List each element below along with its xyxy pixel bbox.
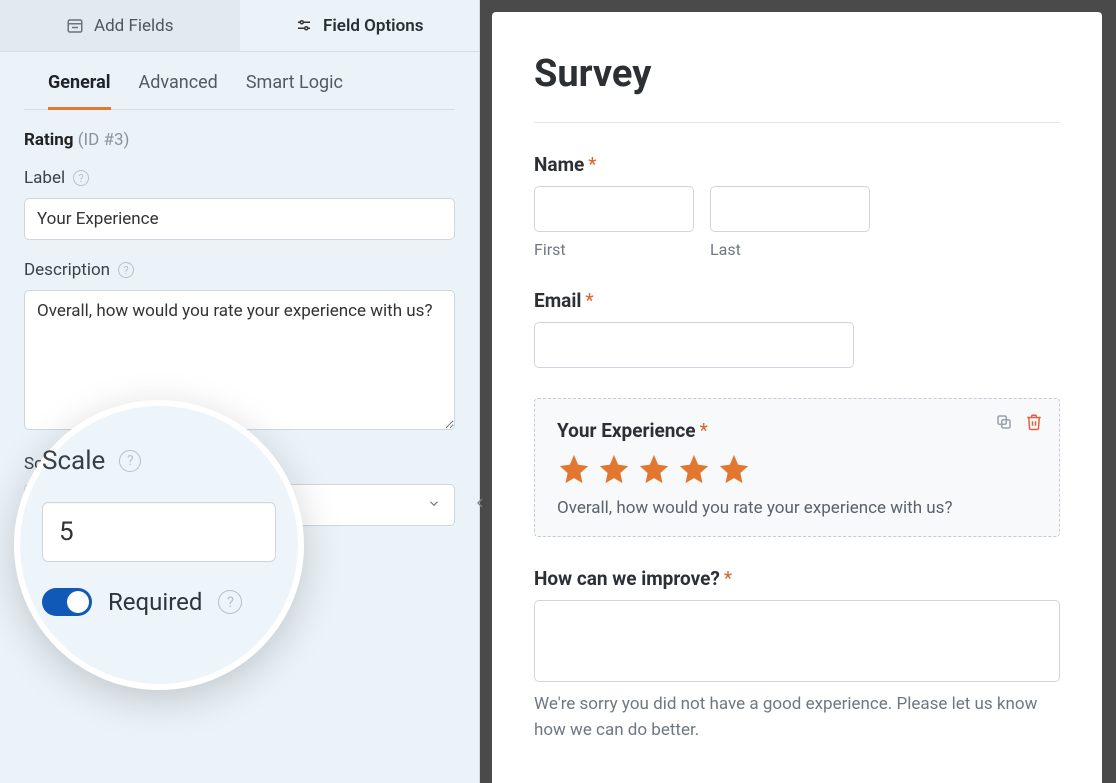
sliders-icon (295, 17, 313, 35)
rating-label: Your Experience (557, 419, 696, 442)
star-rating[interactable] (557, 452, 1037, 490)
form-title: Survey (534, 52, 1060, 123)
star-icon[interactable] (717, 452, 751, 490)
help-icon[interactable]: ? (118, 262, 134, 278)
name-label: Name (534, 153, 584, 176)
preview-area: Survey Name* First Last (480, 0, 1116, 783)
preview-field-name[interactable]: Name* First Last (534, 153, 1060, 259)
description-input[interactable]: Overall, how would you rate your experie… (24, 290, 455, 430)
required-asterisk: * (724, 567, 732, 590)
first-name-sublabel: First (534, 240, 694, 259)
lens-required-label: Required (108, 588, 202, 616)
help-icon[interactable]: ? (119, 450, 141, 472)
preview-field-email[interactable]: Email* (534, 289, 1060, 368)
subtabs: General Advanced Smart Logic (24, 52, 455, 110)
lens-scale-select[interactable]: 5 (42, 502, 276, 562)
subtab-general[interactable]: General (48, 72, 111, 110)
group-label: Label ? (24, 168, 455, 240)
label-label: Label (24, 168, 65, 188)
tab-add-fields[interactable]: Add Fields (0, 0, 240, 51)
help-icon[interactable]: ? (218, 590, 242, 614)
field-type-name: Rating (24, 130, 73, 150)
last-name-input[interactable] (710, 186, 870, 232)
trash-icon[interactable] (1025, 413, 1043, 435)
label-input[interactable] (24, 198, 455, 240)
form-preview: Survey Name* First Last (492, 12, 1102, 783)
email-input[interactable] (534, 322, 854, 368)
sidebar-top-tabs: Add Fields Field Options (0, 0, 479, 52)
label-description: Description (24, 260, 110, 280)
required-asterisk: * (585, 289, 593, 312)
collapse-sidebar-button[interactable] (467, 490, 493, 516)
group-description: Description ? Overall, how would you rat… (24, 260, 455, 434)
sidebar: Add Fields Field Options General Advance… (0, 0, 480, 783)
last-name-sublabel: Last (710, 240, 870, 259)
zoom-lens: Scale ? 5 Required ? (14, 400, 304, 690)
required-asterisk: * (588, 153, 596, 176)
first-name-input[interactable] (534, 186, 694, 232)
subtab-advanced[interactable]: Advanced (139, 72, 218, 109)
star-icon[interactable] (557, 452, 591, 490)
tab-field-options[interactable]: Field Options (240, 0, 480, 51)
star-icon[interactable] (597, 452, 631, 490)
star-icon[interactable] (677, 452, 711, 490)
subtab-smart-logic[interactable]: Smart Logic (246, 72, 343, 109)
required-asterisk: * (700, 419, 708, 442)
lens-scale-label: Scale (42, 446, 105, 476)
tab-field-options-label: Field Options (323, 16, 423, 36)
tab-add-fields-label: Add Fields (94, 16, 174, 36)
improve-label: How can we improve? (534, 567, 720, 590)
rating-description: Overall, how would you rate your experie… (557, 498, 1037, 518)
improve-description: We're sorry you did not have a good expe… (534, 692, 1060, 743)
field-id: (ID #3) (78, 130, 130, 150)
improve-textarea[interactable] (534, 600, 1060, 682)
star-icon[interactable] (637, 452, 671, 490)
help-icon[interactable]: ? (73, 170, 89, 186)
form-icon (66, 17, 84, 35)
duplicate-icon[interactable] (995, 413, 1013, 435)
field-header: Rating (ID #3) (24, 130, 455, 150)
lens-required-toggle[interactable] (42, 588, 92, 616)
email-label: Email (534, 289, 581, 312)
preview-field-improve[interactable]: How can we improve?* We're sorry you did… (534, 567, 1060, 743)
preview-field-rating-selected[interactable]: Your Experience* Overall, how would you … (534, 398, 1060, 537)
